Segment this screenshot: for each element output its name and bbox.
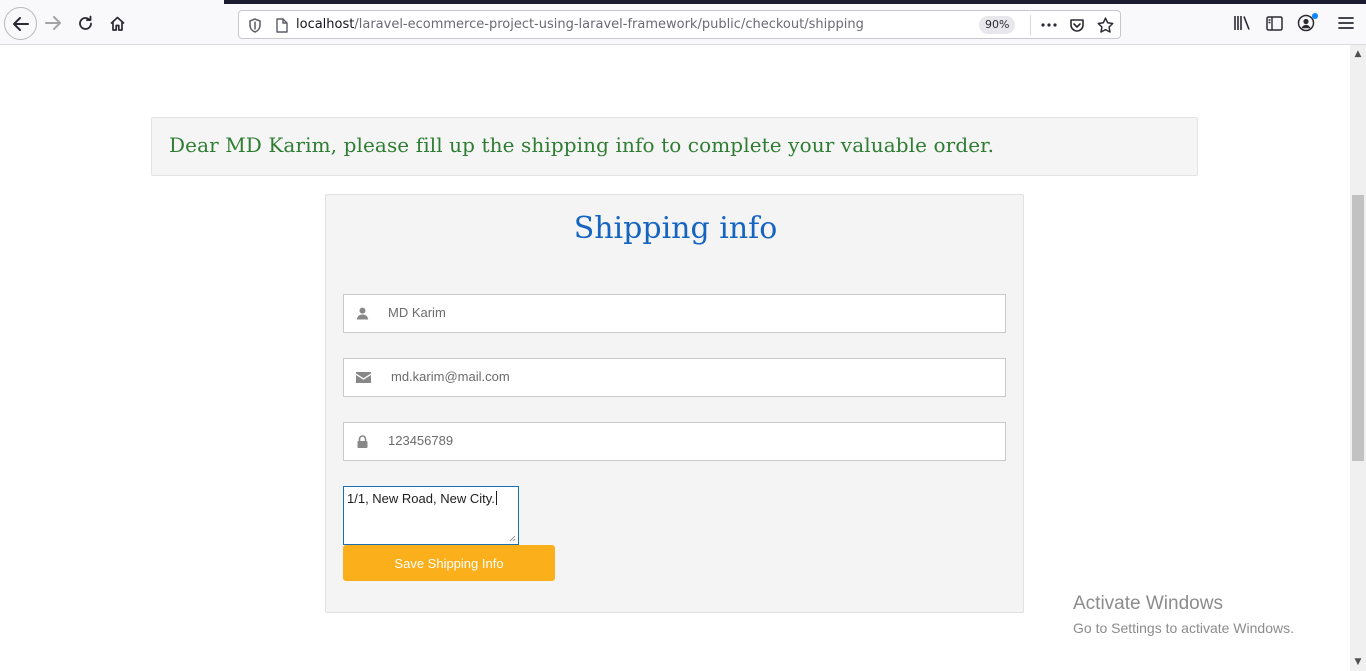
lock-icon [354, 433, 370, 449]
phone-field[interactable]: 123456789 [343, 422, 1006, 461]
envelope-icon [355, 369, 371, 385]
forward-arrow-icon [45, 16, 61, 30]
forward-button[interactable] [38, 8, 68, 38]
resize-grip-icon[interactable] [508, 534, 516, 542]
vertical-scrollbar[interactable]: ▲ ▼ [1350, 45, 1366, 671]
phone-value: 123456789 [388, 433, 454, 448]
text-caret [495, 491, 497, 505]
toolbar-accent-line [224, 0, 1366, 4]
email-field[interactable]: md.karim@mail.com [343, 358, 1006, 397]
name-field[interactable]: MD Karim [343, 294, 1006, 333]
menu-button[interactable] [1331, 8, 1361, 38]
shield-icon[interactable] [245, 15, 265, 35]
page-viewport: Dear MD Karim, please fill up the shippi… [0, 45, 1350, 671]
url-path: /laravel-ecommerce-project-using-laravel… [354, 17, 864, 32]
address-bar[interactable]: localhost/laravel-ecommerce-project-usin… [238, 10, 1121, 39]
scroll-down-arrow-icon[interactable]: ▼ [1350, 657, 1366, 667]
save-shipping-info-button[interactable]: Save Shipping Info [343, 545, 555, 581]
notification-dot [1312, 13, 1318, 19]
shipping-form-card: Shipping info MD Karim md.karim@mail.com… [325, 194, 1024, 613]
address-value: 1/1, New Road, New City. [347, 491, 497, 506]
watermark-subtitle: Go to Settings to activate Windows. [1073, 620, 1294, 636]
more-icon[interactable] [1039, 15, 1059, 35]
user-icon [354, 305, 370, 321]
home-button[interactable] [102, 8, 132, 38]
account-button[interactable] [1291, 8, 1321, 38]
hamburger-menu-icon [1338, 17, 1354, 29]
shipping-notice: Dear MD Karim, please fill up the shippi… [151, 117, 1198, 176]
scroll-up-arrow-icon[interactable]: ▲ [1350, 49, 1366, 59]
sidebar-button[interactable] [1259, 8, 1289, 38]
library-icon [1234, 16, 1250, 30]
form-title: Shipping info [573, 211, 778, 246]
url-text[interactable]: localhost/laravel-ecommerce-project-usin… [296, 17, 864, 32]
windows-activation-watermark: Activate Windows Go to Settings to activ… [1073, 593, 1294, 636]
reload-button[interactable] [70, 8, 100, 38]
email-value: md.karim@mail.com [391, 369, 510, 384]
page-icon[interactable] [271, 15, 291, 35]
pocket-icon[interactable] [1067, 15, 1087, 35]
name-value: MD Karim [388, 305, 446, 320]
library-button[interactable] [1227, 8, 1257, 38]
star-icon[interactable] [1095, 15, 1115, 35]
address-textarea[interactable]: 1/1, New Road, New City. [343, 486, 519, 545]
url-host: localhost [296, 17, 355, 32]
reload-icon [78, 15, 92, 30]
sidebar-icon [1265, 15, 1283, 31]
browser-toolbar: localhost/laravel-ecommerce-project-usin… [0, 0, 1366, 45]
shipping-notice-text: Dear MD Karim, please fill up the shippi… [169, 133, 995, 157]
back-arrow-icon [12, 16, 29, 31]
url-divider [1030, 15, 1031, 35]
zoom-level-badge[interactable]: 90% [979, 16, 1016, 34]
home-icon [109, 16, 125, 31]
back-button[interactable] [4, 7, 37, 40]
watermark-title: Activate Windows [1073, 593, 1223, 614]
scroll-thumb[interactable] [1352, 195, 1364, 461]
